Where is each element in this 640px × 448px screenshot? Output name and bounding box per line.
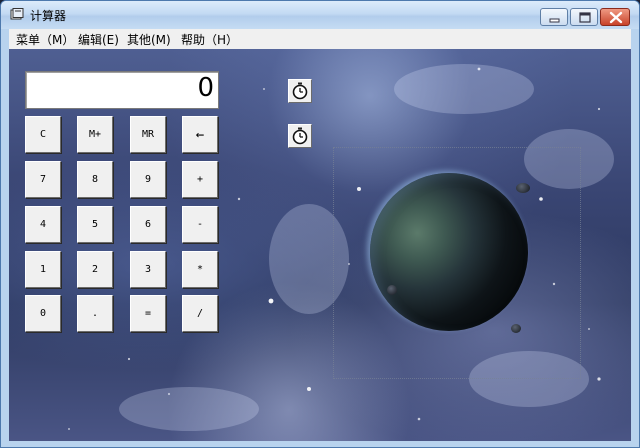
- window-title: 计算器: [30, 9, 67, 23]
- menu-item-menu[interactable]: 菜单（M）: [16, 31, 74, 48]
- menu-item-edit[interactable]: 编辑(E): [78, 31, 119, 48]
- digit-8-button[interactable]: 8: [77, 161, 113, 198]
- display-value: 0: [197, 73, 214, 103]
- maximize-button[interactable]: [570, 8, 598, 26]
- stopwatch-icon: [292, 127, 308, 145]
- equals-button[interactable]: =: [130, 295, 166, 332]
- digit-3-button[interactable]: 3: [130, 251, 166, 288]
- multiply-button[interactable]: *: [182, 251, 218, 288]
- subtract-button[interactable]: -: [182, 206, 218, 243]
- digit-1-button[interactable]: 1: [25, 251, 61, 288]
- digit-5-button[interactable]: 5: [77, 206, 113, 243]
- result-display: 0: [25, 71, 219, 109]
- digit-4-button[interactable]: 4: [25, 206, 61, 243]
- timer-button-2[interactable]: [288, 124, 312, 148]
- menu-bar: 菜单（M） 编辑(E) 其他(M) 帮助（H）: [9, 29, 631, 49]
- maximize-icon: [579, 12, 591, 23]
- clear-button[interactable]: C: [25, 116, 61, 153]
- close-icon: [609, 11, 623, 24]
- decimal-point-button[interactable]: .: [77, 295, 113, 332]
- memory-recall-button[interactable]: MR: [130, 116, 166, 153]
- asteroid-image: [511, 324, 521, 333]
- digit-2-button[interactable]: 2: [77, 251, 113, 288]
- asteroid-image: [516, 183, 530, 193]
- calculator-window: 计算器 菜单（M） 编辑(E) 其他(M) 帮助（H） 0 C M+ MR ← …: [0, 0, 640, 448]
- stopwatch-icon: [292, 82, 308, 100]
- add-button[interactable]: +: [182, 161, 218, 198]
- client-area: 0 C M+ MR ← 7 8 9 + 4 5 6 - 1 2 3 * 0 . …: [9, 49, 631, 441]
- minimize-icon: [549, 18, 560, 23]
- digit-0-button[interactable]: 0: [25, 295, 61, 332]
- calculator-window-icon: [10, 8, 24, 20]
- menu-item-help[interactable]: 帮助（H）: [181, 31, 238, 48]
- moon-image: [387, 285, 397, 295]
- title-bar[interactable]: 计算器: [1, 1, 639, 29]
- planet-image: [370, 173, 528, 331]
- digit-9-button[interactable]: 9: [130, 161, 166, 198]
- timer-button-1[interactable]: [288, 79, 312, 103]
- divide-button[interactable]: /: [182, 295, 218, 332]
- digit-7-button[interactable]: 7: [25, 161, 61, 198]
- memory-add-button[interactable]: M+: [77, 116, 113, 153]
- digit-6-button[interactable]: 6: [130, 206, 166, 243]
- minimize-button[interactable]: [540, 8, 568, 26]
- close-button[interactable]: [600, 8, 630, 26]
- menu-item-other[interactable]: 其他(M): [127, 31, 171, 48]
- backspace-button[interactable]: ←: [182, 116, 218, 153]
